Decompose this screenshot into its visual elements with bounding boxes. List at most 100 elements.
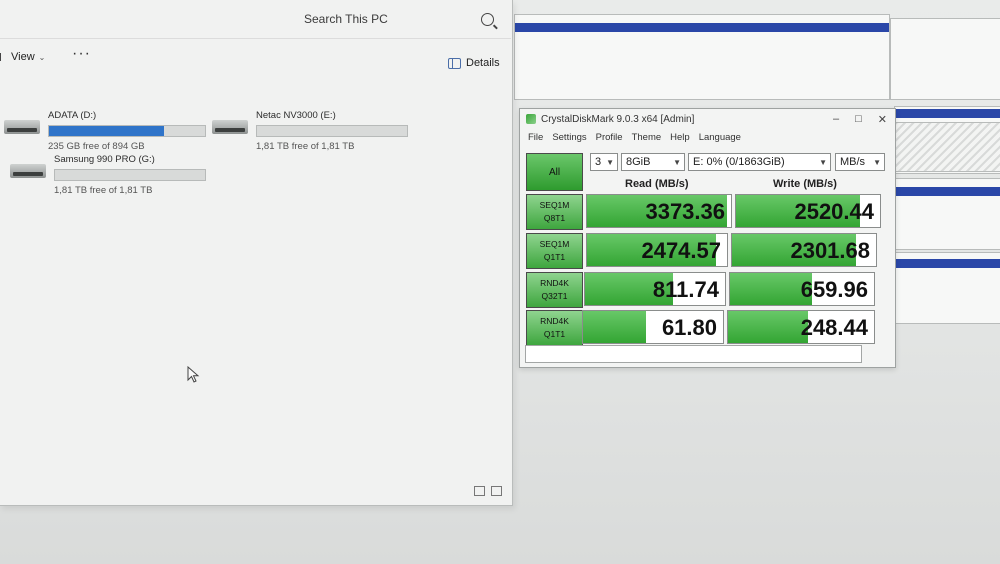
drive-usage-bar [256, 125, 408, 137]
drive-name: ADATA (D:) [48, 110, 97, 121]
details-pane-icon [448, 57, 461, 69]
view-label: View [11, 51, 35, 63]
menu-bar: File Settings Profile Theme Help Languag… [520, 129, 895, 145]
menu-profile[interactable]: Profile [596, 132, 623, 143]
read-result-cell: 811.74 [584, 272, 726, 306]
drive-name: Netac NV3000 (E:) [256, 110, 336, 121]
menu-file[interactable]: File [528, 132, 543, 143]
write-result-cell: 659.96 [729, 272, 875, 306]
count-value: 3 [595, 156, 602, 168]
test-params: Q1T1 [543, 329, 566, 339]
details-pane-button[interactable]: Details [448, 57, 500, 69]
test-name: RND4K [540, 316, 569, 326]
chevron-down-icon: ▼ [873, 158, 881, 167]
file-explorer-window: Search This PC View ⌄ ··· Details ADATA … [0, 0, 513, 506]
write-column-header: Write (MB/s) [773, 178, 837, 190]
crystaldiskmark-window: CrystalDiskMark 9.0.3 x64 [Admin] – □ ✕ … [519, 108, 896, 368]
background-hatched-panel [894, 122, 1000, 172]
details-view-icon[interactable] [474, 486, 485, 496]
test-name: SEQ1M [539, 200, 570, 210]
drive-item-netac[interactable]: Netac NV3000 (E:) 1,81 TB free of 1,81 T… [212, 110, 408, 152]
test-button-seq1m-q1t1[interactable]: SEQ1M Q1T1 [526, 233, 583, 269]
more-options-button[interactable]: ··· [72, 45, 91, 63]
chevron-down-icon: ⌄ [38, 52, 46, 62]
hard-drive-icon [212, 120, 248, 134]
menu-theme[interactable]: Theme [632, 132, 662, 143]
window-title: CrystalDiskMark 9.0.3 x64 [Admin] [541, 113, 695, 125]
write-result-value: 248.44 [800, 315, 868, 340]
size-select[interactable]: 8GiB ▼ [621, 153, 685, 171]
chevron-down-icon: ▼ [673, 158, 681, 167]
drive-name: Samsung 990 PRO (G:) [54, 154, 155, 165]
write-result-value: 659.96 [800, 277, 868, 302]
chevron-down-icon: ▼ [606, 158, 614, 167]
app-icon [526, 114, 536, 124]
write-result-value: 2301.68 [790, 238, 870, 263]
search-input[interactable]: Search This PC [304, 12, 388, 26]
window-controls: – □ ✕ [833, 113, 887, 126]
drive-item-samsung[interactable]: Samsung 990 PRO (G:) 1,81 TB free of 1,8… [10, 154, 206, 196]
background-window-titlebar [515, 23, 889, 32]
read-result-cell: 3373.36 [586, 194, 732, 228]
unit-value: MB/s [840, 156, 866, 168]
comment-input[interactable] [525, 345, 862, 363]
view-button[interactable]: View ⌄ [0, 51, 45, 63]
all-button[interactable]: All [526, 153, 583, 191]
drive-free-space: 1,81 TB free of 1,81 TB [256, 141, 355, 152]
close-icon[interactable]: ✕ [878, 113, 887, 126]
test-button-rnd4k-q1t1[interactable]: RND4K Q1T1 [526, 310, 583, 346]
drive-free-space: 1,81 TB free of 1,81 TB [54, 185, 153, 196]
background-window-1 [514, 14, 890, 100]
test-button-seq1m-q8t1[interactable]: SEQ1M Q8T1 [526, 194, 583, 230]
search-icon[interactable] [481, 12, 494, 26]
drive-free-space: 235 GB free of 894 GB [48, 141, 145, 152]
read-result-value: 2474.57 [641, 238, 721, 263]
tiles-view-icon[interactable] [491, 486, 502, 496]
count-select[interactable]: 3 ▼ [590, 153, 618, 171]
write-result-cell: 248.44 [727, 310, 875, 344]
test-params: Q8T1 [543, 213, 566, 223]
size-value: 8GiB [626, 156, 651, 168]
drive-usage-fill [49, 126, 165, 136]
hard-drive-icon [10, 164, 46, 178]
details-label: Details [466, 57, 500, 69]
background-window-4 [882, 178, 1000, 250]
drive-usage-bar [48, 125, 206, 137]
drive-usage-bar [54, 169, 206, 181]
menu-help[interactable]: Help [670, 132, 690, 143]
background-window-2 [890, 18, 1000, 100]
view-icon [0, 53, 7, 61]
view-mode-switcher [474, 486, 502, 496]
read-result-value: 3373.36 [645, 199, 725, 224]
test-button-rnd4k-q32t1[interactable]: RND4K Q32T1 [526, 272, 583, 308]
minimize-icon[interactable]: – [833, 113, 839, 126]
write-result-cell: 2301.68 [731, 233, 877, 267]
test-params: Q1T1 [543, 252, 566, 262]
test-params: Q32T1 [541, 291, 568, 301]
read-column-header: Read (MB/s) [625, 178, 689, 190]
unit-select[interactable]: MB/s ▼ [835, 153, 885, 171]
background-window-titlebar [883, 187, 1000, 196]
chevron-down-icon: ▼ [819, 158, 827, 167]
explorer-toolbar: View ⌄ ··· Details [0, 38, 511, 85]
title-bar: CrystalDiskMark 9.0.3 x64 [Admin] – □ ✕ [520, 109, 895, 129]
read-result-value: 61.80 [661, 315, 717, 340]
test-name: RND4K [540, 278, 569, 288]
search-box[interactable]: Search This PC [290, 6, 502, 32]
write-result-bar [728, 311, 809, 343]
drive-item-adata[interactable]: ADATA (D:) 235 GB free of 894 GB [4, 110, 206, 152]
maximize-icon[interactable]: □ [855, 113, 862, 126]
menu-language[interactable]: Language [699, 132, 741, 143]
hard-drive-icon [4, 120, 40, 134]
read-result-bar [583, 311, 646, 343]
test-name: SEQ1M [539, 239, 570, 249]
drive-value: E: 0% (0/1863GiB) [693, 156, 785, 168]
menu-settings[interactable]: Settings [552, 132, 586, 143]
read-result-value: 811.74 [652, 277, 719, 302]
read-result-cell: 2474.57 [586, 233, 728, 267]
background-window-titlebar [895, 109, 1000, 118]
read-result-cell: 61.80 [582, 310, 724, 344]
write-result-value: 2520.44 [794, 199, 874, 224]
write-result-cell: 2520.44 [735, 194, 881, 228]
drive-select[interactable]: E: 0% (0/1863GiB) ▼ [688, 153, 831, 171]
